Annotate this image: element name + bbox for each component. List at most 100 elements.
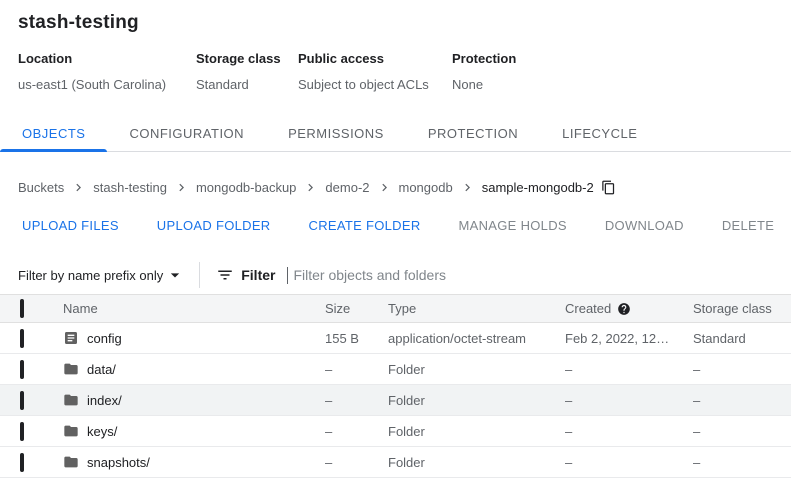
cell-created: – — [565, 362, 693, 377]
column-header-size: Size — [325, 301, 388, 316]
filter-scope-dropdown[interactable]: Filter by name prefix only — [18, 265, 185, 285]
select-all-checkbox[interactable] — [20, 299, 24, 318]
folder-icon — [63, 423, 79, 439]
upload-folder-button[interactable]: UPLOAD FOLDER — [157, 218, 271, 233]
tab-lifecycle[interactable]: LIFECYCLE — [540, 115, 659, 151]
meta-label: Public access — [298, 51, 452, 66]
cell-type: application/octet-stream — [388, 331, 565, 346]
cell-size: – — [325, 455, 388, 470]
cell-size: – — [325, 393, 388, 408]
meta-public-access: Public access Subject to object ACLs — [298, 51, 452, 92]
page-title: stash-testing — [18, 12, 771, 34]
help-icon[interactable] — [617, 302, 631, 316]
object-name-link[interactable]: data/ — [87, 362, 116, 377]
cell-created: – — [565, 455, 693, 470]
arrow-drop-down-icon — [165, 265, 185, 285]
cell-size: 155 B — [325, 331, 388, 346]
row-checkbox[interactable] — [20, 422, 24, 441]
breadcrumb-buckets[interactable]: Buckets — [18, 180, 64, 195]
column-header-name: Name — [63, 301, 325, 316]
chevron-right-icon — [174, 180, 189, 195]
cell-type: Folder — [388, 424, 565, 439]
chevron-right-icon — [303, 180, 318, 195]
filter-bar: Filter by name prefix only Filter — [0, 258, 791, 292]
row-checkbox[interactable] — [20, 391, 24, 410]
chevron-right-icon — [71, 180, 86, 195]
cell-storage-class: Standard — [693, 331, 791, 346]
column-header-created: Created — [565, 301, 693, 316]
tab-bar: OBJECTS CONFIGURATION PERMISSIONS PROTEC… — [0, 115, 791, 152]
object-name-link[interactable]: index/ — [87, 393, 122, 408]
manage-holds-button[interactable]: MANAGE HOLDS — [459, 218, 567, 233]
breadcrumb-demo-2[interactable]: demo-2 — [325, 180, 369, 195]
upload-files-button[interactable]: UPLOAD FILES — [22, 218, 119, 233]
meta-label: Protection — [452, 51, 516, 66]
breadcrumb-mongodb-backup[interactable]: mongodb-backup — [196, 180, 296, 195]
filter-scope-label: Filter by name prefix only — [18, 268, 163, 283]
create-folder-button[interactable]: CREATE FOLDER — [309, 218, 421, 233]
filter-label: Filter — [241, 267, 275, 283]
table-row: data/ – Folder – – — [0, 354, 791, 385]
meta-value: None — [452, 77, 516, 92]
row-checkbox[interactable] — [20, 453, 24, 472]
row-checkbox[interactable] — [20, 329, 24, 348]
chevron-right-icon — [377, 180, 392, 195]
file-icon — [63, 330, 79, 346]
cell-created: Feb 2, 2022, 12… — [565, 331, 693, 346]
cell-type: Folder — [388, 393, 565, 408]
table-row: config 155 B application/octet-stream Fe… — [0, 323, 791, 354]
column-header-storage-class: Storage class — [693, 301, 791, 316]
cell-created: – — [565, 424, 693, 439]
meta-location: Location us-east1 (South Carolina) — [18, 51, 196, 92]
cell-storage-class: – — [693, 424, 791, 439]
folder-icon — [63, 392, 79, 408]
meta-value: us-east1 (South Carolina) — [18, 77, 196, 92]
meta-value: Subject to object ACLs — [298, 77, 452, 92]
cell-storage-class: – — [693, 362, 791, 377]
folder-icon — [63, 454, 79, 470]
breadcrumb-stash-testing[interactable]: stash-testing — [93, 180, 167, 195]
object-actions-toolbar: UPLOAD FILES UPLOAD FOLDER CREATE FOLDER… — [0, 195, 791, 233]
content-copy-icon[interactable] — [601, 180, 616, 195]
download-button[interactable]: DOWNLOAD — [605, 218, 684, 233]
breadcrumb-mongodb[interactable]: mongodb — [399, 180, 453, 195]
table-row: keys/ – Folder – – — [0, 416, 791, 447]
cell-type: Folder — [388, 455, 565, 470]
meta-storage-class: Storage class Standard — [196, 51, 298, 92]
cell-storage-class: – — [693, 393, 791, 408]
cell-storage-class: – — [693, 455, 791, 470]
cell-created: – — [565, 393, 693, 408]
text-caret — [287, 267, 288, 284]
column-header-type: Type — [388, 301, 565, 316]
bucket-meta: Location us-east1 (South Carolina) Stora… — [18, 51, 771, 92]
object-name-link[interactable]: keys/ — [87, 424, 117, 439]
folder-icon — [63, 361, 79, 377]
chevron-right-icon — [460, 180, 475, 195]
table-header-row: Name Size Type Created Storage class — [0, 295, 791, 323]
objects-table: Name Size Type Created Storage class con… — [0, 294, 791, 478]
breadcrumb-current: sample-mongodb-2 — [482, 180, 594, 195]
object-name-link[interactable]: snapshots/ — [87, 455, 150, 470]
tab-permissions[interactable]: PERMISSIONS — [266, 115, 406, 151]
column-header-created-label: Created — [565, 301, 611, 316]
meta-protection: Protection None — [452, 51, 516, 92]
bucket-header: stash-testing Location us-east1 (South C… — [0, 0, 791, 92]
cell-type: Folder — [388, 362, 565, 377]
filter-list-icon — [216, 266, 234, 284]
tab-configuration[interactable]: CONFIGURATION — [107, 115, 266, 151]
meta-label: Storage class — [196, 51, 298, 66]
row-checkbox[interactable] — [20, 360, 24, 379]
object-name-link[interactable]: config — [87, 331, 122, 346]
meta-value: Standard — [196, 77, 298, 92]
cell-size: – — [325, 362, 388, 377]
table-row: snapshots/ – Folder – – — [0, 447, 791, 478]
table-row: index/ – Folder – – — [0, 385, 791, 416]
breadcrumb: Buckets stash-testing mongodb-backup dem… — [0, 152, 791, 195]
delete-button[interactable]: DELETE — [722, 218, 774, 233]
tab-protection[interactable]: PROTECTION — [406, 115, 540, 151]
filter-input[interactable] — [293, 267, 791, 283]
meta-label: Location — [18, 51, 196, 66]
tab-objects[interactable]: OBJECTS — [0, 115, 107, 151]
cell-size: – — [325, 424, 388, 439]
vertical-divider — [199, 262, 200, 288]
